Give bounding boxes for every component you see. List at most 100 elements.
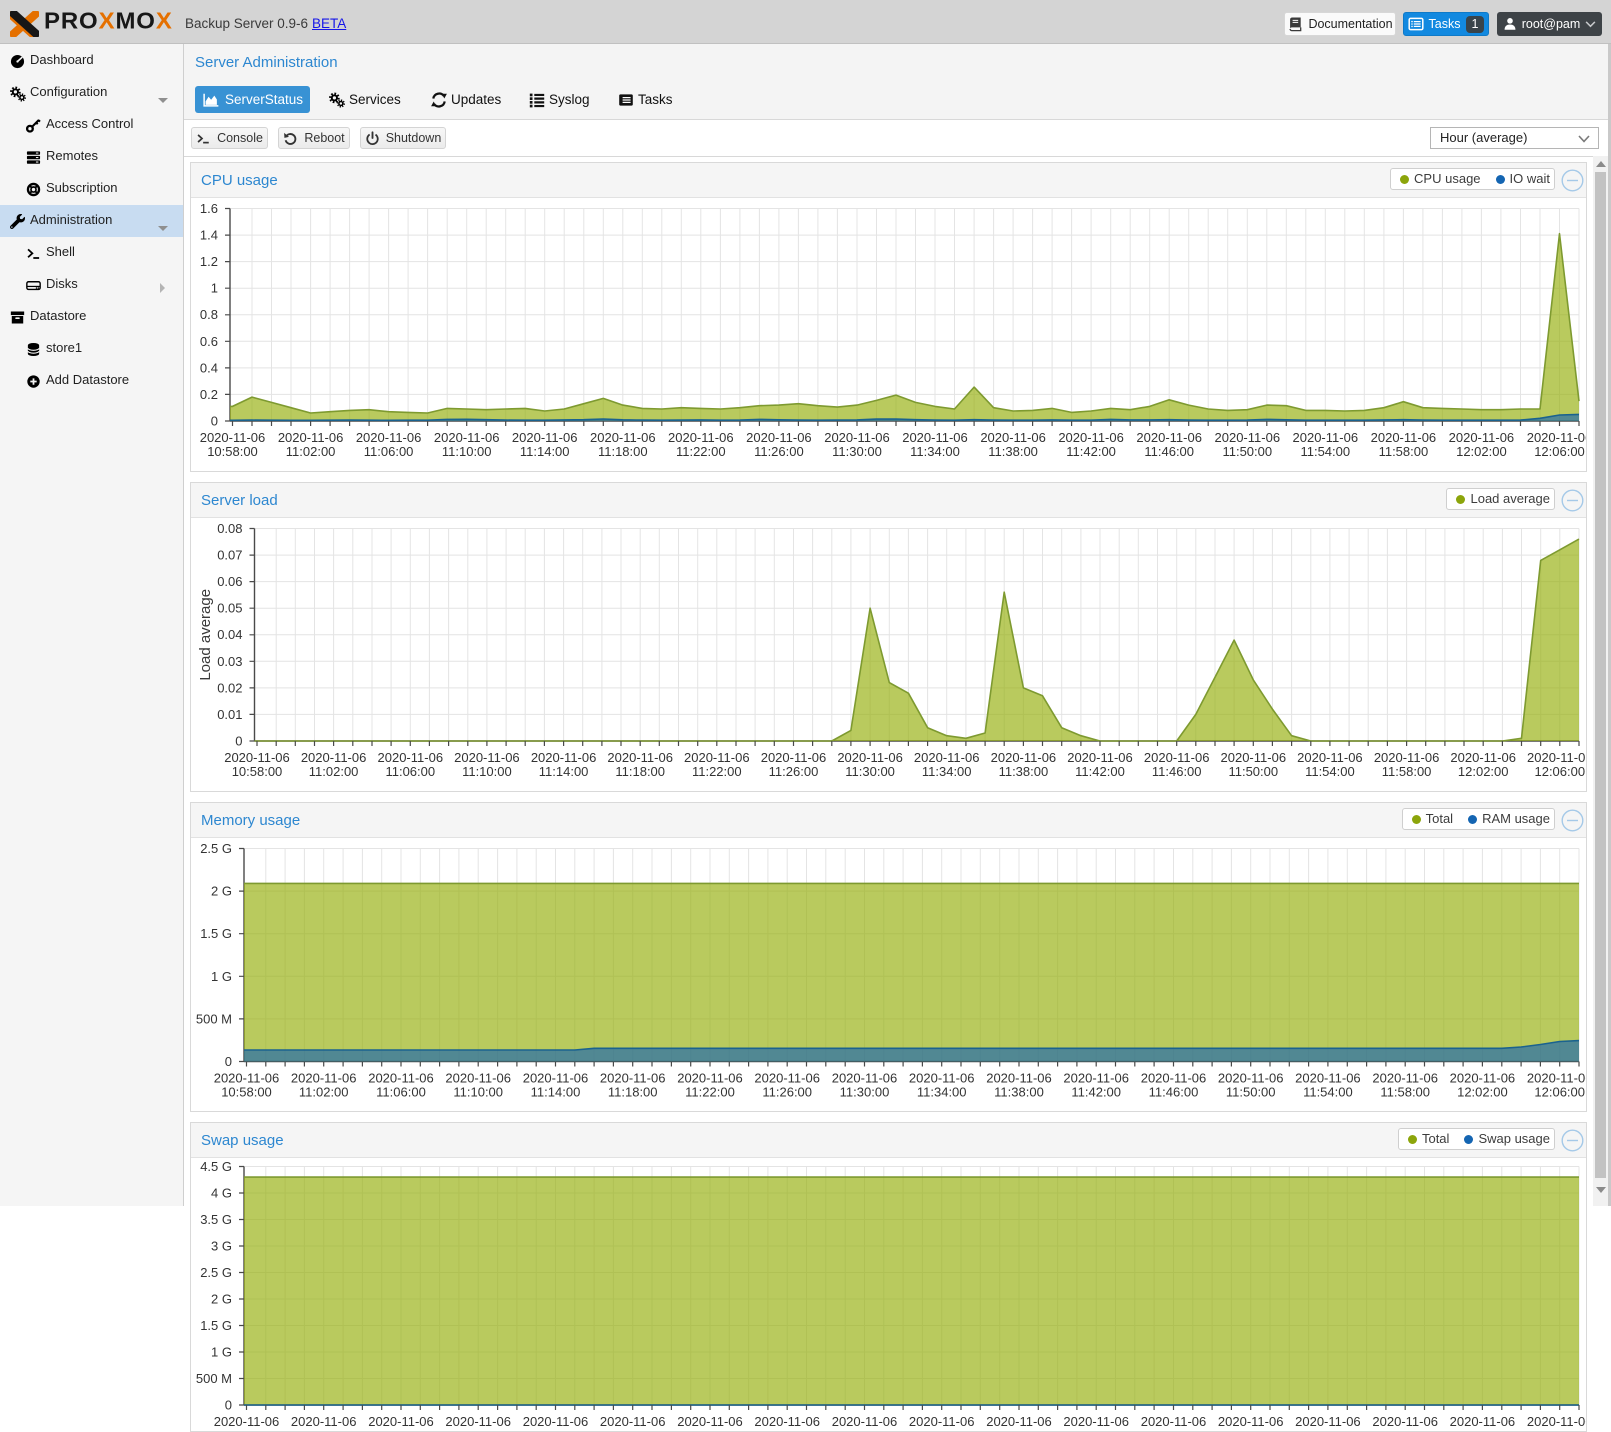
svg-text:2020-11-06: 2020-11-06: [1144, 750, 1210, 765]
svg-text:11:06:00: 11:06:00: [364, 444, 414, 459]
svg-text:2020-11-06: 2020-11-06: [1218, 1414, 1284, 1429]
svg-text:2020-11-06: 2020-11-06: [1295, 1071, 1361, 1086]
svg-text:12:06:00: 12:06:00: [1534, 444, 1585, 459]
svg-text:2020-11-06: 2020-11-06: [746, 430, 812, 445]
svg-text:2020-11-06: 2020-11-06: [378, 750, 444, 765]
svg-text:2020-11-06: 2020-11-06: [909, 1414, 975, 1429]
svg-text:2020-11-06: 2020-11-06: [600, 1071, 666, 1086]
svg-text:11:18:00: 11:18:00: [608, 1428, 658, 1431]
svg-text:0.2: 0.2: [200, 387, 218, 402]
svg-text:2020-11-06: 2020-11-06: [523, 1071, 589, 1086]
svg-text:1.4: 1.4: [200, 228, 218, 243]
svg-text:11:42:00: 11:42:00: [1071, 1085, 1121, 1100]
svg-text:2020-11-06: 2020-11-06: [754, 1414, 820, 1429]
svg-text:2020-11-06: 2020-11-06: [1449, 430, 1515, 445]
svg-text:11:58:00: 11:58:00: [1380, 1085, 1430, 1100]
svg-text:11:30:00: 11:30:00: [832, 444, 882, 459]
svg-text:11:02:00: 11:02:00: [309, 764, 359, 779]
svg-text:500 M: 500 M: [196, 1371, 232, 1386]
svg-text:10:58:00: 10:58:00: [221, 1428, 272, 1431]
svg-text:10:58:00: 10:58:00: [207, 444, 258, 459]
svg-text:0: 0: [225, 1398, 232, 1413]
svg-text:3.5 G: 3.5 G: [200, 1212, 232, 1227]
svg-text:2020-11-06: 2020-11-06: [1218, 1071, 1284, 1086]
svg-text:1.5 G: 1.5 G: [200, 1318, 232, 1333]
svg-text:11:14:00: 11:14:00: [531, 1085, 581, 1100]
svg-text:11:10:00: 11:10:00: [453, 1428, 503, 1431]
svg-text:11:54:00: 11:54:00: [1305, 764, 1355, 779]
svg-text:2020-11-06: 2020-11-06: [224, 750, 290, 765]
svg-text:1.6: 1.6: [200, 201, 218, 216]
svg-text:11:26:00: 11:26:00: [754, 444, 804, 459]
svg-text:11:26:00: 11:26:00: [762, 1085, 812, 1100]
svg-text:11:34:00: 11:34:00: [910, 444, 960, 459]
svg-text:11:10:00: 11:10:00: [453, 1085, 503, 1100]
svg-text:11:26:00: 11:26:00: [762, 1428, 812, 1431]
svg-text:3 G: 3 G: [211, 1239, 232, 1254]
svg-text:12:02:00: 12:02:00: [1457, 1085, 1508, 1100]
svg-text:2020-11-06: 2020-11-06: [1450, 1071, 1516, 1086]
svg-text:11:22:00: 11:22:00: [676, 444, 726, 459]
svg-text:2020-11-06: 2020-11-06: [1372, 1071, 1438, 1086]
svg-text:11:22:00: 11:22:00: [692, 764, 742, 779]
svg-text:11:02:00: 11:02:00: [299, 1428, 349, 1431]
svg-text:11:18:00: 11:18:00: [615, 764, 665, 779]
svg-text:11:18:00: 11:18:00: [608, 1085, 658, 1100]
svg-text:0.06: 0.06: [217, 574, 242, 589]
svg-text:11:34:00: 11:34:00: [922, 764, 972, 779]
svg-text:10:58:00: 10:58:00: [221, 1085, 272, 1100]
svg-text:1.5 G: 1.5 G: [200, 926, 232, 941]
svg-text:0: 0: [211, 414, 218, 429]
svg-text:2.5 G: 2.5 G: [200, 841, 232, 856]
svg-text:0: 0: [225, 1054, 232, 1069]
svg-text:11:50:00: 11:50:00: [1228, 764, 1278, 779]
svg-text:2020-11-06: 2020-11-06: [1295, 1414, 1361, 1429]
svg-text:2020-11-06: 2020-11-06: [368, 1071, 434, 1086]
svg-text:2020-11-06: 2020-11-06: [531, 750, 597, 765]
svg-text:2020-11-06: 2020-11-06: [434, 430, 500, 445]
svg-text:2020-11-06: 2020-11-06: [445, 1071, 511, 1086]
svg-text:11:14:00: 11:14:00: [520, 444, 570, 459]
svg-text:2020-11-06: 2020-11-06: [607, 750, 673, 765]
svg-text:2020-11-06: 2020-11-06: [214, 1414, 280, 1429]
svg-text:12:02:00: 12:02:00: [1456, 444, 1507, 459]
svg-text:0.02: 0.02: [217, 680, 242, 695]
svg-text:11:26:00: 11:26:00: [769, 764, 819, 779]
svg-text:2020-11-06: 2020-11-06: [200, 430, 266, 445]
svg-text:1 G: 1 G: [211, 1345, 232, 1360]
svg-text:11:18:00: 11:18:00: [598, 444, 648, 459]
svg-text:11:54:00: 11:54:00: [1303, 1085, 1353, 1100]
svg-text:11:50:00: 11:50:00: [1226, 1428, 1276, 1431]
svg-text:2020-11-06: 2020-11-06: [1450, 750, 1516, 765]
svg-text:10:58:00: 10:58:00: [232, 764, 283, 779]
svg-text:500 M: 500 M: [196, 1011, 232, 1026]
svg-text:2020-11-06: 2020-11-06: [523, 1414, 589, 1429]
svg-text:2020-11-06: 2020-11-06: [278, 430, 344, 445]
svg-text:2020-11-06: 2020-11-06: [291, 1071, 357, 1086]
svg-text:2020-11-06: 2020-11-06: [677, 1071, 743, 1086]
svg-text:2020-11-06: 2020-11-06: [356, 430, 422, 445]
svg-text:2020-11-06: 2020-11-06: [837, 750, 903, 765]
svg-text:0.04: 0.04: [217, 627, 242, 642]
svg-text:2020-11-06: 2020-11-06: [909, 1071, 975, 1086]
svg-text:12:06:00: 12:06:00: [1534, 1085, 1585, 1100]
svg-text:2020-11-06: 2020-11-06: [1141, 1414, 1207, 1429]
svg-text:11:34:00: 11:34:00: [917, 1085, 967, 1100]
svg-text:11:42:00: 11:42:00: [1071, 1428, 1121, 1431]
svg-text:2020-11-06: 2020-11-06: [1371, 430, 1437, 445]
svg-text:2020-11-06: 2020-11-06: [914, 750, 980, 765]
svg-text:2 G: 2 G: [211, 884, 232, 899]
svg-text:2020-11-06: 2020-11-06: [445, 1414, 511, 1429]
svg-text:2020-11-06: 2020-11-06: [1374, 750, 1440, 765]
svg-text:2.5 G: 2.5 G: [200, 1265, 232, 1280]
svg-text:2020-11-06: 2020-11-06: [980, 430, 1046, 445]
svg-text:11:06:00: 11:06:00: [376, 1085, 426, 1100]
svg-text:11:14:00: 11:14:00: [539, 764, 589, 779]
svg-text:2020-11-06: 2020-11-06: [1221, 750, 1287, 765]
svg-text:0.4: 0.4: [200, 360, 218, 375]
svg-text:0.05: 0.05: [217, 601, 242, 616]
svg-text:11:50:00: 11:50:00: [1226, 1085, 1276, 1100]
svg-text:2020-11-06: 2020-11-06: [600, 1414, 666, 1429]
svg-text:11:10:00: 11:10:00: [462, 764, 512, 779]
svg-text:12:06:00: 12:06:00: [1534, 1428, 1585, 1431]
